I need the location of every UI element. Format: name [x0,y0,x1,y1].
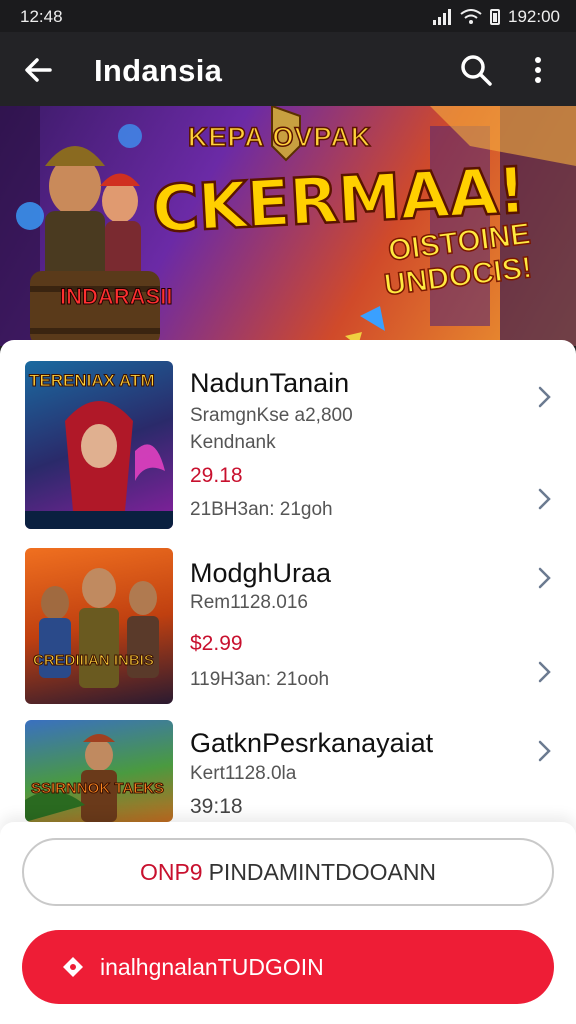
item-subtitle: Kendnank [190,432,276,453]
promo-banner[interactable]: KEPA OVPAK CKERMAA! OISTOINE UNDOCIS! IN… [0,106,576,346]
item-name: NadunTanain [190,368,350,398]
secondary-button[interactable]: ONP9 PINDAMINTDOOANN [22,838,554,906]
thumb-title: CREDIIIAN INBIS [33,652,155,670]
thumb-title: TERENIAX ATM [29,371,156,391]
thumb-art [25,734,117,822]
item-thumbnail: CREDIIIAN INBIS [25,548,173,704]
status-clock: 192:00 [508,7,560,26]
item-meta: 21BH3an: 21goh [190,499,333,520]
item-thumbnail: TERENIAX ATM [25,361,173,529]
chevron-right-icon[interactable] [532,565,556,591]
item-name: ModghUraa [190,558,332,588]
item-meta: 119H3an: 21ooh [190,669,330,690]
more-vert-icon[interactable] [524,52,552,88]
secondary-button-code: ONP9 [139,858,203,885]
back-arrow-icon[interactable] [20,52,56,88]
item-price: $2.99 [190,632,243,655]
app-bar: Indansia [0,32,576,106]
item-price: 29.18 [190,464,243,487]
item-thumbnail: SSIRNNOK TAEKS [25,720,173,822]
item-price: 39:18 [190,795,243,818]
wifi-icon [460,9,482,24]
thumb-art [39,568,159,688]
thumb-title: SSIRNNOK TAEKS [30,780,165,798]
primary-button[interactable]: inalhgnalanTUDGOIN [22,930,554,1004]
item-name: GatknPesrkanayaiat [190,728,434,758]
item-detail: Kert1128.0la [190,763,297,784]
status-icons: 192:00 [432,7,560,27]
item-detail: SramgnKse a2,800 [190,405,353,426]
chevron-right-icon[interactable] [532,738,556,764]
page-title: Indansia [94,53,223,88]
list-item[interactable]: TERENIAX ATM NadunTanain SramgnKse a2,80… [0,360,576,532]
item-detail: Rem1128.016 [190,592,308,613]
signal-icon [433,9,451,25]
chevron-right-icon[interactable] [532,659,556,685]
status-time: 12:48 [20,7,63,26]
chevron-right-icon[interactable] [532,486,556,512]
battery-icon [490,9,500,25]
secondary-button-label: PINDAMINTDOOANN [208,858,437,885]
banner-top-text: KEPA OVPAK [187,121,372,153]
chevron-right-icon[interactable] [532,384,556,410]
search-icon[interactable] [458,52,494,88]
list-item[interactable]: CREDIIIAN INBIS ModghUraa Rem1128.016 $2… [0,548,576,704]
status-bar: 12:48 192:00 [0,0,576,32]
tag-icon [63,957,83,977]
primary-button-label: inalhgnalanTUDGOIN [100,954,324,980]
list-item[interactable]: SSIRNNOK TAEKS GatknPesrkanayaiat Kert11… [0,720,576,822]
banner-barrel-text: INDARASII [59,284,173,310]
